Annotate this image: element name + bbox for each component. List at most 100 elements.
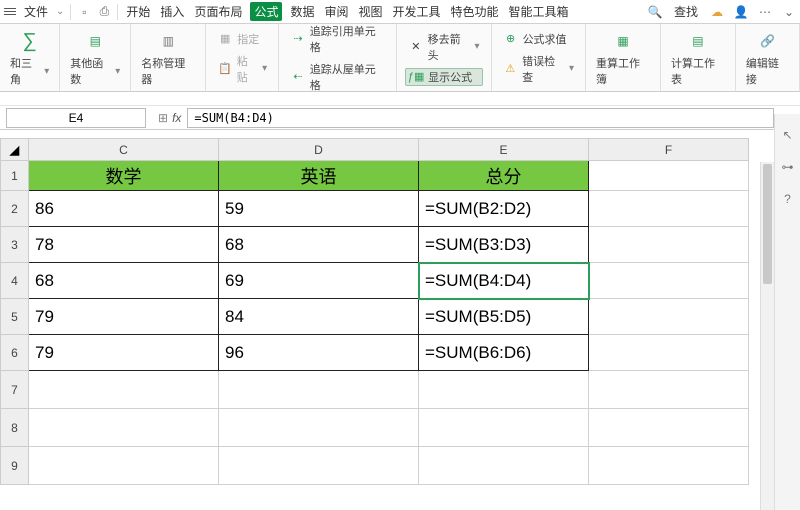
cell-c2[interactable]: 86 (29, 191, 219, 227)
show-formulas-button[interactable]: ƒ▦ 显示公式 (405, 68, 482, 86)
search-icon[interactable]: 🔍 (648, 5, 662, 19)
tab-start[interactable]: 开始 (124, 3, 152, 20)
cell-c5[interactable]: 79 (29, 299, 219, 335)
more-icon[interactable]: ⋯ (758, 5, 772, 19)
goto-icon[interactable]: ⊞ (158, 111, 168, 125)
tab-data[interactable]: 数据 (288, 3, 316, 20)
row-header-2[interactable]: 2 (1, 191, 29, 227)
cell-d9[interactable] (219, 447, 419, 485)
paste-button[interactable]: 📋 粘贴▾ (214, 52, 270, 86)
cell-d8[interactable] (219, 409, 419, 447)
cell-f5[interactable] (589, 299, 749, 335)
cell-d7[interactable] (219, 371, 419, 409)
cell-d5[interactable]: 84 (219, 299, 419, 335)
cell-d2[interactable]: 59 (219, 191, 419, 227)
fx-icon[interactable]: fx (172, 111, 181, 125)
cell-f1[interactable] (589, 161, 749, 191)
other-functions-button[interactable]: ▤ 其他函数▾ (70, 29, 120, 87)
calc-sheet-button[interactable]: ▤ 计算工作表 (671, 29, 725, 87)
cell-c6[interactable]: 79 (29, 335, 219, 371)
calc-sheet-icon: ▤ (686, 29, 710, 53)
book-icon: ▤ (83, 29, 107, 53)
col-header-f[interactable]: F (589, 139, 749, 161)
row-header-5[interactable]: 5 (1, 299, 29, 335)
cell-f9[interactable] (589, 447, 749, 485)
col-header-e[interactable]: E (419, 139, 589, 161)
row-header-6[interactable]: 6 (1, 335, 29, 371)
tab-formulas[interactable]: 公式 (250, 2, 282, 21)
cell-f8[interactable] (589, 409, 749, 447)
tab-dev-tools[interactable]: 开发工具 (391, 3, 443, 20)
cell-c9[interactable] (29, 447, 219, 485)
cursor-icon[interactable]: ↖ (779, 126, 797, 144)
cell-f4[interactable] (589, 263, 749, 299)
chevron-down-icon[interactable]: ⌄ (56, 6, 64, 17)
tab-smart-toolbox[interactable]: 智能工具箱 (507, 3, 571, 20)
tab-page-layout[interactable]: 页面布局 (192, 3, 244, 20)
settings-slider-icon[interactable]: ⊶ (779, 158, 797, 176)
trace-dependents-button[interactable]: ⇠ 追踪从屋单元格 (287, 60, 388, 94)
col-header-d[interactable]: D (219, 139, 419, 161)
row-header-4[interactable]: 4 (1, 263, 29, 299)
cell-f2[interactable] (589, 191, 749, 227)
sigma-icon: ∑ (18, 29, 42, 53)
tab-view[interactable]: 视图 (357, 3, 385, 20)
file-menu[interactable]: 文件 (22, 3, 50, 20)
cell-e7[interactable] (419, 371, 589, 409)
scrollbar-thumb[interactable] (763, 164, 772, 284)
row-header-7[interactable]: 7 (1, 371, 29, 409)
user-icon[interactable]: 👤 (734, 5, 748, 19)
cell-e8[interactable] (419, 409, 589, 447)
trace-precedents-button[interactable]: ⇢ 追踪引用单元格 (287, 22, 388, 56)
cell-e5[interactable]: =SUM(B5:D5) (419, 299, 589, 335)
help-icon[interactable]: ? (779, 190, 797, 208)
cell-d4[interactable]: 69 (219, 263, 419, 299)
row-header-1[interactable]: 1 (1, 161, 29, 191)
cell-c1[interactable]: 数学 (29, 161, 219, 191)
remove-arrows-icon: ✕ (408, 39, 424, 55)
menu-icon[interactable] (4, 6, 16, 17)
cell-c8[interactable] (29, 409, 219, 447)
formula-input[interactable]: =SUM(B4:D4) (187, 108, 774, 128)
evaluate-formula-button[interactable]: ⊕ 公式求值 (500, 30, 577, 48)
cell-f3[interactable] (589, 227, 749, 263)
cloud-icon[interactable]: ☁ (710, 5, 724, 19)
cell-e2[interactable]: =SUM(B2:D2) (419, 191, 589, 227)
cell-c7[interactable] (29, 371, 219, 409)
search-button[interactable]: 查找 (672, 3, 700, 20)
select-all-corner[interactable]: ◢ (1, 139, 29, 161)
specify-button[interactable]: ▦ 指定 (214, 30, 270, 48)
recalc-workbook-button[interactable]: ▦ 重算工作簿 (596, 29, 650, 87)
edit-link-button[interactable]: 🔗 编辑链接 (746, 29, 789, 87)
cell-f7[interactable] (589, 371, 749, 409)
tab-review[interactable]: 审阅 (322, 3, 350, 20)
name-box[interactable]: E4 (6, 108, 146, 128)
row-header-9[interactable]: 9 (1, 447, 29, 485)
cell-c4[interactable]: 68 (29, 263, 219, 299)
cell-e9[interactable] (419, 447, 589, 485)
caret-down-icon[interactable]: ⌄ (782, 5, 796, 19)
row-header-8[interactable]: 8 (1, 409, 29, 447)
row-header-3[interactable]: 3 (1, 227, 29, 263)
cell-e6[interactable]: =SUM(B6:D6) (419, 335, 589, 371)
cell-d6[interactable]: 96 (219, 335, 419, 371)
tab-insert[interactable]: 插入 (158, 3, 186, 20)
spreadsheet-grid[interactable]: ◢ C D E F 1 数学 英语 总分 2 86 59 =SUM(B2:D2)… (0, 138, 774, 510)
cell-d1[interactable]: 英语 (219, 161, 419, 191)
cell-c3[interactable]: 78 (29, 227, 219, 263)
cell-e1[interactable]: 总分 (419, 161, 589, 191)
vertical-scrollbar[interactable] (760, 162, 774, 510)
print-icon[interactable]: ⎙ (97, 5, 111, 19)
error-check-button[interactable]: ⚠ 错误检查▾ (500, 52, 577, 86)
remove-arrows-button[interactable]: ✕ 移去箭头▾ (405, 30, 482, 64)
col-header-c[interactable]: C (29, 139, 219, 161)
formula-bar: E4 ⊞ fx =SUM(B4:D4) ⋯ (0, 106, 800, 130)
cell-e4[interactable]: =SUM(B4:D4) (419, 263, 589, 299)
save-icon[interactable]: ▫ (77, 5, 91, 19)
cell-d3[interactable]: 68 (219, 227, 419, 263)
cell-e3[interactable]: =SUM(B3:D3) (419, 227, 589, 263)
tab-features[interactable]: 特色功能 (449, 3, 501, 20)
autosum-button[interactable]: ∑ 和三角▾ (10, 29, 49, 87)
cell-f6[interactable] (589, 335, 749, 371)
name-manager-button[interactable]: ▥ 名称管理器 (141, 29, 195, 87)
